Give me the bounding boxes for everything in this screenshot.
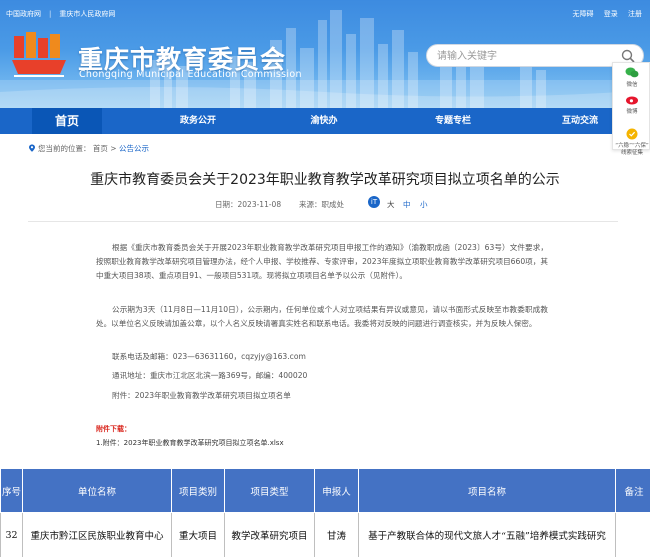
nav-item-home[interactable]: 首页	[32, 108, 102, 134]
source-label: 来源：	[299, 200, 322, 209]
link-gov-cn[interactable]: 中国政府网	[6, 10, 41, 18]
breadcrumb-current[interactable]: 公告公示	[119, 144, 149, 153]
nav-item-topics[interactable]: 专题专栏	[418, 108, 488, 134]
site-logo-icon[interactable]	[10, 30, 70, 82]
date-value: 2023-11-08	[237, 200, 282, 209]
column-header-unit: 单位名称	[22, 468, 172, 513]
side-label-weibo: 微博	[626, 109, 638, 115]
nav-item-service[interactable]: 渝快办	[289, 108, 359, 134]
site-subtitle: Chongqing Municipal Education Commission	[79, 69, 302, 80]
column-header-remarks: 备注	[615, 468, 650, 513]
breadcrumb-separator: >	[110, 144, 117, 153]
font-size-medium[interactable]: 中	[403, 199, 411, 210]
accessibility-link[interactable]: 无障碍	[573, 10, 594, 18]
font-size-large[interactable]: 大	[387, 199, 395, 210]
title-divider	[28, 221, 618, 222]
weibo-icon	[626, 96, 638, 105]
nav-item-government-affairs[interactable]: 政务公开	[163, 108, 233, 134]
side-share-bar: 微信 微博 “六稳”“六保” 线索征集	[612, 62, 650, 156]
article-title: 重庆市教育委员会关于2023年职业教育教学改革研究项目拟立项名单的公示	[90, 172, 560, 188]
article-paragraph-1: 根据《重庆市教育委员会关于开展2023年职业教育教学改革研究项目申报工作的通知》…	[96, 243, 548, 280]
share-icon[interactable]: iT	[368, 196, 380, 208]
nav-item-interaction[interactable]: 互动交流	[545, 108, 615, 134]
table-cell-category: 重大项目	[171, 512, 225, 557]
table-cell-project-name: 基于产教联合体的现代文旅人才“五融”培养模式实践研究	[358, 512, 616, 557]
page: 中国政府网 | 重庆市人民政府网 无障碍 登录 注册 重庆市教育委员会 Chongq…	[0, 0, 650, 557]
side-label-wechat: 微信	[626, 82, 638, 88]
side-item-weibo[interactable]: 微博	[613, 94, 650, 115]
source-value: 职成处	[321, 200, 345, 209]
table-cell-remarks	[615, 512, 650, 557]
article-date: 日期：2023-11-08	[215, 199, 281, 210]
user-tools: 无障碍 登录 注册	[565, 9, 642, 19]
column-header-index: 序号	[0, 468, 23, 513]
column-header-category: 项目类别	[171, 468, 225, 513]
date-label: 日期：	[215, 200, 238, 209]
table-cell-type: 教学改革研究项目	[224, 512, 315, 557]
login-link[interactable]: 登录	[604, 10, 618, 18]
article-address: 通讯地址：重庆市江北区北滨一路369号，邮编：400020	[112, 371, 308, 380]
font-size-small[interactable]: 小	[420, 199, 428, 210]
top-links: 中国政府网 | 重庆市人民政府网	[6, 10, 116, 18]
side-item-clue-collection[interactable]: “六稳”“六保” 线索征集	[613, 121, 650, 164]
breadcrumb-home[interactable]: 首页	[93, 144, 108, 153]
attachments-title: 附件下载：	[96, 425, 131, 433]
breadcrumb-label: 您当前的位置：	[38, 144, 91, 153]
search-input[interactable]	[437, 48, 617, 64]
article-attachment-line: 附件：2023年职业教育教学改革研究项目拟立项名单	[112, 391, 291, 400]
attachment-file-link[interactable]: 1.附件：2023年职业教育教学改革研究项目拟立项名单.xlsx	[96, 438, 284, 448]
clue-collection-icon	[626, 128, 638, 140]
main-nav: 首页 政务公开 渝快办 专题专栏 互动交流	[0, 108, 650, 134]
column-header-project-name: 项目名称	[358, 468, 616, 513]
search-icon[interactable]	[621, 49, 635, 63]
site-header: 中国政府网 | 重庆市人民政府网 无障碍 登录 注册 重庆市教育委员会 Chongq…	[0, 0, 650, 108]
table-cell-applicant: 甘涛	[314, 512, 359, 557]
side-label-clue-collection: “六稳”“六保” 线索征集	[615, 143, 649, 156]
register-link[interactable]: 注册	[628, 10, 642, 18]
article-contact: 联系电话及邮箱：023—63631160，cqzyjy@163.com	[112, 352, 306, 361]
column-header-type: 项目类型	[224, 468, 315, 513]
location-pin-icon	[29, 144, 35, 152]
article-source: 来源：职成处	[299, 199, 344, 210]
article-paragraph-2: 公示期为3天（11月8日—11月10日），公示期内，任何单位或个人对立项结果有异…	[96, 305, 548, 328]
column-header-applicant: 申报人	[314, 468, 359, 513]
attachment-table: 序号 单位名称 项目类别 项目类型 申报人 项目名称 备注 32 重庆市黔江区民…	[0, 468, 650, 557]
table-row: 32 重庆市黔江区民族职业教育中心 重大项目 教学改革研究项目 甘涛 基于产教联…	[0, 512, 650, 557]
table-header-row: 序号 单位名称 项目类别 项目类型 申报人 项目名称 备注	[0, 468, 650, 513]
table-cell-unit: 重庆市黔江区民族职业教育中心	[22, 512, 172, 557]
link-cq-gov[interactable]: 重庆市人民政府网	[59, 10, 115, 18]
wechat-icon	[625, 67, 639, 78]
breadcrumb: 您当前的位置： 首页 > 公告公示	[28, 143, 149, 154]
side-item-wechat[interactable]: 微信	[613, 67, 650, 88]
table-cell-index: 32	[0, 512, 23, 557]
